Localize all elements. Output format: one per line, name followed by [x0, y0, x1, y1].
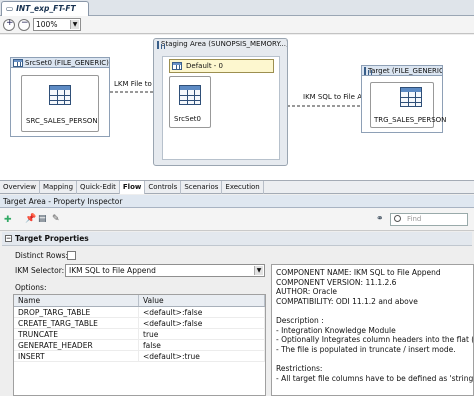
option-value[interactable]: true	[139, 329, 265, 339]
description-line: Description :	[276, 315, 324, 325]
description-line: Restrictions:	[276, 363, 323, 373]
table-row[interactable]: INSERT <default>:true	[14, 351, 265, 362]
distinct-rows-label: Distinct Rows:	[15, 251, 69, 260]
source-set-header: SrcSet0 (FILE_GENERIC)	[11, 58, 109, 68]
column-header-name[interactable]: Name	[14, 295, 139, 306]
property-inspector-title: Target Area - Property Inspector	[0, 195, 474, 208]
edit-pencil-icon[interactable]: ✎	[52, 214, 60, 224]
option-name: INSERT	[14, 351, 139, 361]
description-line	[276, 306, 473, 316]
chevron-down-icon: ▼	[70, 20, 79, 29]
source-datastore[interactable]: SRC_SALES_PERSON	[21, 75, 99, 132]
description-line: - Integration Knowledge Module	[276, 325, 396, 335]
tab-flow[interactable]: Flow	[119, 181, 146, 194]
source-set-icon	[13, 58, 23, 67]
option-value[interactable]: <default>:false	[139, 307, 265, 317]
description-line: AUTHOR: Oracle	[276, 287, 338, 297]
source-set-title: SrcSet0 (FILE_GENERIC)	[25, 58, 109, 67]
options-table-header: Name Value	[14, 295, 265, 307]
description-line	[276, 354, 473, 364]
target-datastore-label: TRG_SALES_PERSON	[374, 116, 447, 124]
staging-area-icon	[157, 40, 162, 49]
target-properties-header[interactable]: − Target Properties	[2, 232, 472, 246]
target-datastore[interactable]: TRG_SALES_PERSON	[370, 82, 446, 128]
target-header: Target (FILE_GENERIC)	[362, 66, 442, 76]
default-dataset-header[interactable]: Default - 0	[169, 59, 274, 73]
distinct-rows-checkbox[interactable]	[67, 251, 76, 260]
options-table: Name Value DROP_TARG_TABLE <default>:fal…	[13, 294, 266, 396]
option-name: DROP_TARG_TABLE	[14, 307, 139, 317]
pin-icon[interactable]: 📌	[25, 214, 36, 224]
staging-area-header: Staging Area (SUNOPSIS_MEMORY...)	[154, 39, 287, 50]
staging-area-body: Default - 0 SrcSet0	[162, 56, 280, 160]
interface-tabs: Overview Mapping Quick-Edit Flow Control…	[0, 180, 474, 194]
table-row[interactable]: DROP_TARG_TABLE <default>:false	[14, 307, 265, 318]
target-properties-title: Target Properties	[15, 234, 89, 243]
diagram-toolbar: 100% ▼	[0, 16, 474, 34]
target-icon	[364, 66, 369, 75]
source-set-panel[interactable]: SrcSet0 (FILE_GENERIC) SRC_SALES_PERSON	[10, 57, 110, 137]
description-line: - All target file columns have to be def…	[276, 373, 474, 383]
chevron-down-icon: ▼	[254, 266, 263, 275]
ikm-selector-dropdown[interactable]: IKM SQL to File Append ▼	[65, 264, 265, 277]
table-row[interactable]: CREATE_TARG_TABLE <default>:false	[14, 318, 265, 329]
binoculars-icon[interactable]: ⚭	[376, 214, 384, 224]
diagram-canvas[interactable]: SrcSet0 (FILE_GENERIC) SRC_SALES_PERSON …	[0, 35, 474, 180]
option-value[interactable]: <default>:false	[139, 318, 265, 328]
tab-overview[interactable]: Overview	[0, 181, 40, 194]
option-name: GENERATE_HEADER	[14, 340, 139, 350]
staging-datastore[interactable]: SrcSet0	[169, 76, 211, 128]
find-placeholder: Find	[407, 215, 422, 223]
description-line: - The file is populated in truncate / in…	[276, 344, 456, 354]
target-panel[interactable]: Target (FILE_GENERIC) TRG_SALES_PERSON	[361, 65, 446, 133]
description-line: - Optionally Integrates column headers i…	[276, 335, 474, 345]
option-value[interactable]: false	[139, 340, 265, 350]
option-name: CREATE_TARG_TABLE	[14, 318, 139, 328]
staging-area-panel[interactable]: Staging Area (SUNOPSIS_MEMORY...) Defaul…	[153, 38, 288, 166]
find-input[interactable]: Find	[390, 213, 468, 226]
option-value[interactable]: <default>:true	[139, 351, 265, 361]
source-datastore-label: SRC_SALES_PERSON	[26, 117, 98, 125]
tab-mapping[interactable]: Mapping	[40, 181, 78, 194]
zoom-in-icon[interactable]	[3, 18, 15, 31]
datastore-table-icon	[400, 87, 422, 107]
target-title: Target (FILE_GENERIC)	[368, 66, 442, 75]
tab-execution[interactable]: Execution	[222, 181, 264, 194]
document-tab[interactable]: ▭ INT_exp_FT-FT	[1, 1, 89, 16]
document-tab-title: INT_exp_FT-FT	[16, 4, 76, 13]
zoom-select[interactable]: 100% ▼	[33, 18, 81, 31]
ikm-selected-value: IKM SQL to File Append	[69, 266, 156, 275]
staging-datastore-label: SrcSet0	[174, 115, 201, 123]
table-row[interactable]: TRUNCATE true	[14, 329, 265, 340]
datastore-table-icon	[179, 85, 201, 105]
description-line: COMPONENT VERSION: 11.1.2.6	[276, 277, 397, 287]
dataset-icon	[172, 62, 182, 70]
zoom-value: 100%	[36, 20, 58, 29]
add-icon[interactable]: ✚	[4, 215, 12, 225]
search-icon	[394, 215, 401, 222]
datastore-table-icon	[49, 85, 71, 105]
table-row[interactable]: GENERATE_HEADER false	[14, 340, 265, 351]
description-line: COMPATIBILITY: ODI 11.1.2 and above	[276, 296, 418, 306]
staging-area-title: Staging Area (SUNOPSIS_MEMORY...)	[161, 40, 287, 48]
option-name: TRUNCATE	[14, 329, 139, 339]
tab-quick-edit[interactable]: Quick-Edit	[77, 181, 120, 194]
filter-icon[interactable]: ▤	[38, 214, 47, 224]
document-tab-bar: ▭ INT_exp_FT-FT	[0, 0, 474, 16]
ikm-selector-label: IKM Selector:	[15, 266, 65, 275]
collapse-icon[interactable]: −	[5, 235, 12, 242]
zoom-out-icon[interactable]	[18, 18, 30, 31]
column-header-value[interactable]: Value	[139, 295, 265, 306]
tab-controls[interactable]: Controls	[145, 181, 182, 194]
interface-icon: ▭	[6, 4, 14, 13]
tab-scenarios[interactable]: Scenarios	[181, 181, 223, 194]
description-line: COMPONENT NAME: IKM SQL to File Append	[276, 268, 441, 277]
options-label: Options:	[15, 283, 47, 292]
default-dataset-label: Default - 0	[186, 62, 224, 70]
ikm-description-panel: COMPONENT NAME: IKM SQL to File Append C…	[271, 264, 474, 396]
property-inspector-toolbar: ✚ 📌 ▤ ✎ ⚭ Find	[0, 208, 474, 231]
